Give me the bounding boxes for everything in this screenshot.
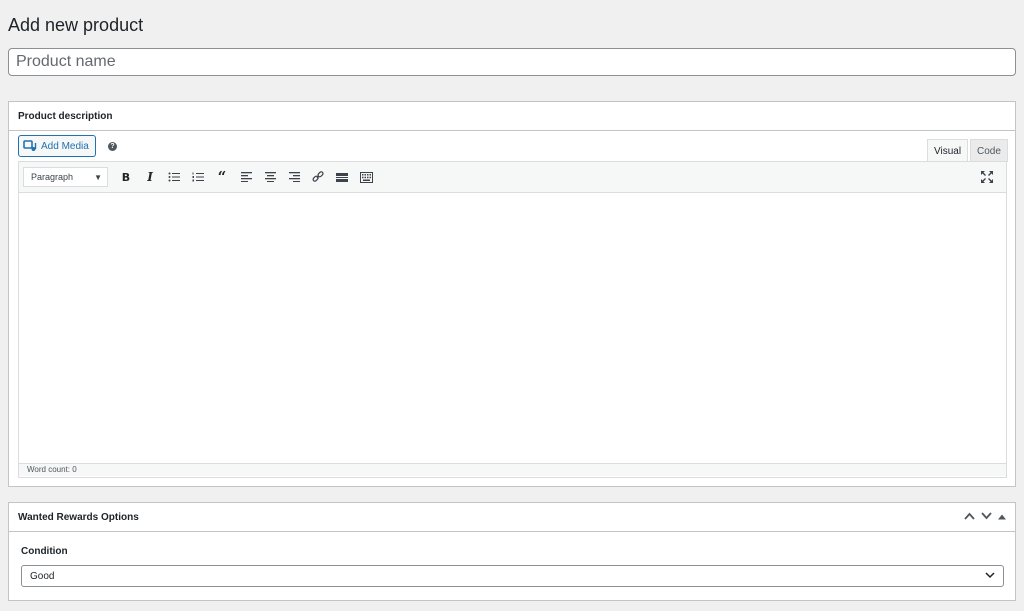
fullscreen-icon[interactable] (976, 166, 998, 188)
product-name-input[interactable] (8, 48, 1016, 76)
format-select[interactable]: Paragraph ▼ (23, 167, 108, 187)
toolbar-toggle-icon[interactable] (355, 166, 377, 188)
tab-code[interactable]: Code (970, 139, 1008, 162)
wanted-rewards-options-title: Wanted Rewards Options (18, 511, 139, 523)
chevron-down-icon: ▼ (94, 172, 102, 182)
align-left-icon[interactable] (235, 166, 257, 188)
move-up-icon[interactable] (964, 512, 975, 523)
editor-content-area[interactable] (19, 193, 1006, 463)
box-handle-actions (964, 511, 1006, 523)
move-down-icon[interactable] (981, 511, 992, 523)
editor: Paragraph ▼ B I “ Word count: 0 (18, 161, 1007, 478)
word-count: Word count: 0 (19, 463, 1006, 476)
bold-icon[interactable]: B (115, 166, 137, 188)
wanted-rewards-options-header: Wanted Rewards Options (9, 503, 1015, 532)
condition-select-value: Good (30, 570, 55, 582)
condition-label: Condition (21, 546, 68, 557)
editor-toolbar: Paragraph ▼ B I “ (19, 162, 1006, 193)
condition-select[interactable]: Good (21, 565, 1004, 587)
product-description-header: Product description (9, 102, 1015, 131)
format-select-value: Paragraph (31, 172, 74, 182)
numbered-list-icon[interactable] (187, 166, 209, 188)
bulleted-list-icon[interactable] (163, 166, 185, 188)
wanted-rewards-options-box: Wanted Rewards Options Condition Good (8, 502, 1016, 601)
italic-icon[interactable]: I (139, 166, 161, 188)
link-icon[interactable] (307, 166, 329, 188)
blockquote-icon[interactable]: “ (211, 166, 233, 188)
align-right-icon[interactable] (283, 166, 305, 188)
help-icon[interactable]: ? (108, 142, 117, 151)
chevron-down-icon (985, 571, 995, 582)
product-description-title: Product description (18, 110, 113, 122)
collapse-toggle-icon[interactable] (998, 512, 1006, 523)
tab-visual[interactable]: Visual (927, 139, 969, 162)
add-media-label: Add Media (41, 140, 89, 152)
add-media-button[interactable]: Add Media (18, 135, 96, 157)
read-more-icon[interactable] (331, 166, 353, 188)
product-description-box: Product description Add Media ? Visual C… (8, 101, 1016, 487)
media-icon (23, 140, 37, 152)
align-center-icon[interactable] (259, 166, 281, 188)
page-title: Add new product (8, 15, 144, 35)
